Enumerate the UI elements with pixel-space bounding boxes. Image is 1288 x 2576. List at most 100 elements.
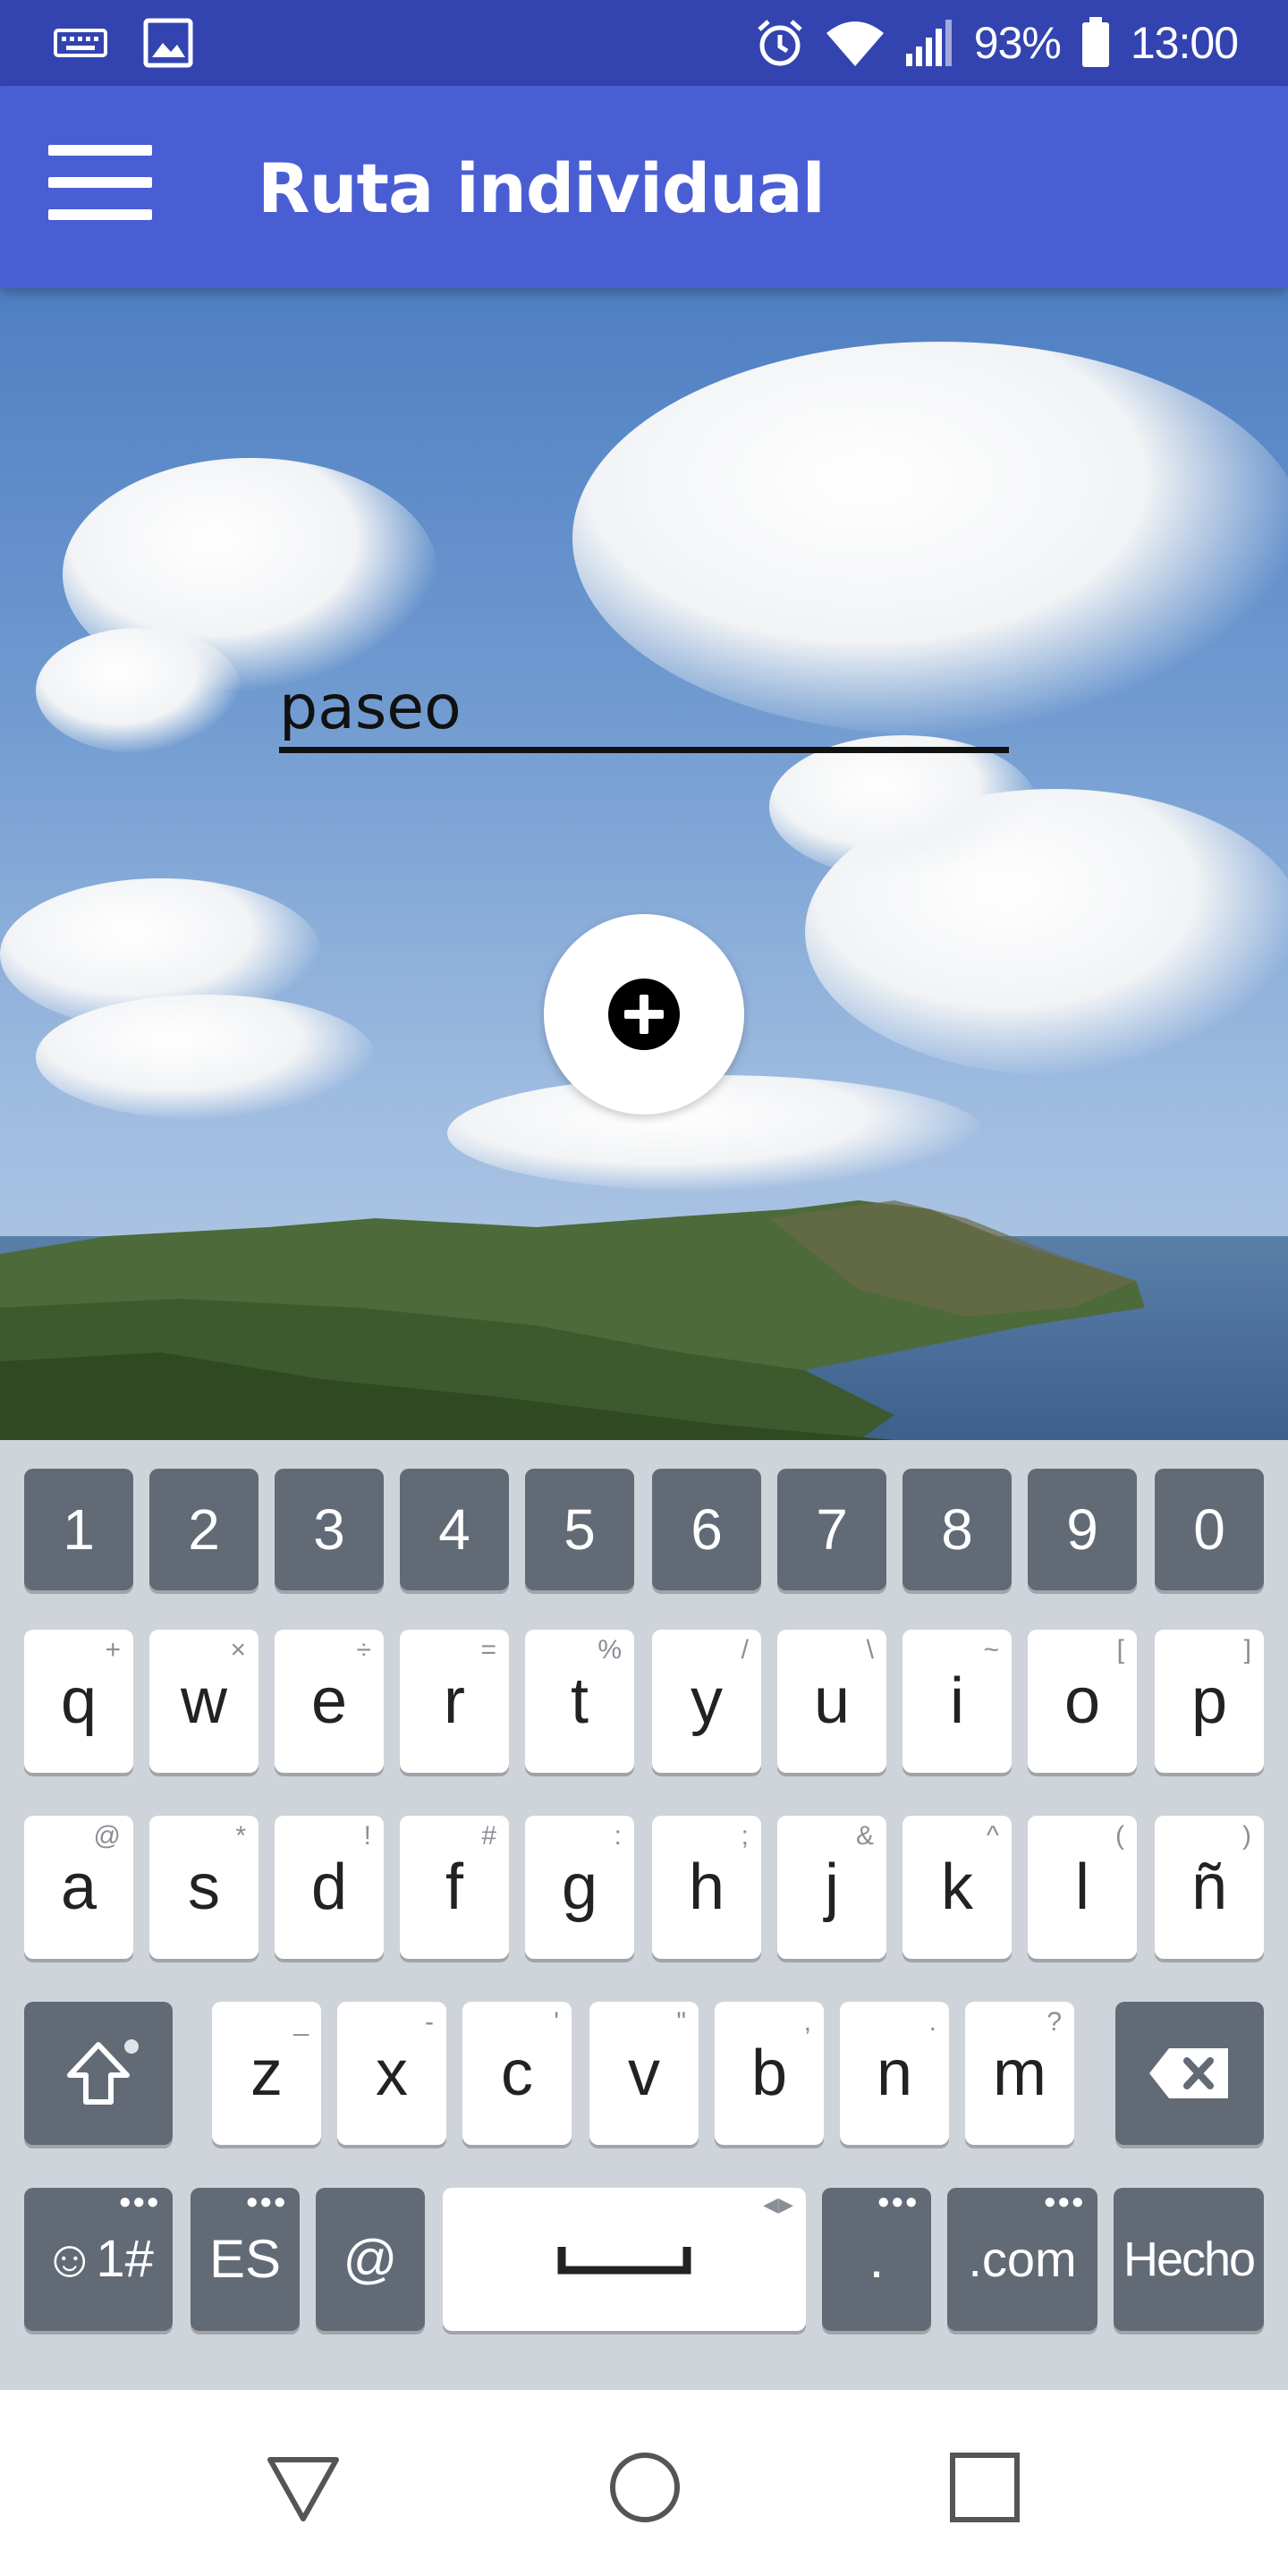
menu-icon-line [48,209,152,220]
key-g[interactable]: :g [525,1816,634,1959]
key-s[interactable]: * s [149,1816,258,1959]
key-label: f [445,1852,463,1923]
key-alt-label: _ [293,2007,309,2037]
key-label: 7 [816,1497,848,1562]
key-y[interactable]: / y [652,1630,761,1773]
status-notifications [54,18,193,68]
key-label: q [60,1665,97,1737]
key-6[interactable]: 6 [652,1469,761,1590]
key-d[interactable]: ! d [275,1816,384,1959]
at-key[interactable]: @ [316,2188,425,2331]
key-alt-label: - [425,2007,434,2037]
key-b[interactable]: ,b [715,2002,824,2145]
key-x[interactable]: -x [337,2002,446,2145]
key-alt-label: * [235,1821,246,1851]
home-icon[interactable] [605,2447,685,2528]
key-label: k [941,1852,973,1923]
key-label: x [376,2038,408,2109]
key-label: 1 [63,1497,95,1562]
key-3[interactable]: 3 [275,1469,384,1590]
symbols-key[interactable]: ●●● ☺1# [24,2188,173,2331]
key-alt-label: & [855,1821,874,1851]
menu-icon-line [48,177,152,188]
back-icon[interactable] [263,2447,343,2528]
key-9[interactable]: 9 [1028,1469,1137,1590]
done-key[interactable]: Hecho [1114,2188,1264,2331]
add-button[interactable] [544,914,744,1114]
key-2[interactable]: 2 [149,1469,258,1590]
status-indicators: 93% 13:00 [754,13,1239,73]
shift-key[interactable] [24,2002,173,2145]
key-label: . [869,2229,885,2289]
key-label: b [750,2038,788,2109]
key-label: 8 [941,1497,973,1562]
key-label: ES [208,2229,282,2289]
key-8[interactable]: 8 [902,1469,1012,1590]
key-0[interactable]: 0 [1155,1469,1264,1590]
key-a[interactable]: @ a [24,1816,133,1959]
key-t[interactable]: % t [525,1630,634,1773]
more-dots-icon: ●●● [245,2190,287,2214]
key-label: l [1075,1852,1089,1923]
key-label: p [1191,1665,1228,1737]
input-underline [279,747,1009,753]
key-p[interactable]: ] p [1155,1630,1264,1773]
status-bar: 93% 13:00 [0,0,1288,86]
key-n[interactable]: .n [840,2002,949,2145]
key-j[interactable]: & j [777,1816,886,1959]
dotcom-key[interactable]: ●●● .com [947,2188,1097,2331]
key-v[interactable]: " v [589,2002,699,2145]
key-c[interactable]: ' c [462,2002,572,2145]
key-m[interactable]: ? m [965,2002,1074,2145]
key-h[interactable]: ; h [652,1816,761,1959]
key-e[interactable]: ÷ e [275,1630,384,1773]
key-alt-label: + [105,1635,121,1665]
menu-icon[interactable] [48,145,152,220]
backspace-key[interactable] [1115,2002,1264,2145]
clock: 13:00 [1130,18,1239,68]
route-name-input[interactable]: paseo [279,673,1009,743]
key-label: w [181,1665,227,1737]
key-r[interactable]: = r [400,1630,509,1773]
key-alt-label: / [741,1635,749,1665]
key-alt-label: \ [866,1635,874,1665]
key-o[interactable]: [o [1028,1630,1137,1773]
key-k[interactable]: ^ k [902,1816,1012,1959]
key-q[interactable]: + q [24,1630,133,1773]
key-7[interactable]: 7 [777,1469,886,1590]
language-key[interactable]: ●●● ES [191,2188,300,2331]
app-bar: Ruta individual [0,86,1288,288]
background-landscape-image: paseo [0,288,1288,1440]
recents-icon[interactable] [945,2447,1025,2528]
key-f[interactable]: # f [400,1816,509,1959]
key-alt-label: ? [1046,2007,1062,2037]
key-alt-label: ] [1243,1635,1251,1665]
signal-icon [905,20,952,66]
space-icon [557,2247,691,2275]
key-alt-label: ) [1242,1821,1251,1851]
route-name-field[interactable]: paseo [279,673,1009,753]
key-label: m [993,2038,1046,2109]
period-key[interactable]: ●●●. [822,2188,931,2331]
key-1[interactable]: 1 [24,1469,133,1590]
key-label: s [188,1852,220,1923]
space-key[interactable]: ◀▶ [443,2188,806,2331]
key-label: t [570,1665,589,1737]
key-n-tilde[interactable]: ) ñ [1155,1816,1264,1959]
key-label: h [688,1852,725,1923]
key-label: @ [343,2229,398,2289]
key-alt-label: ( [1115,1821,1124,1851]
key-5[interactable]: 5 [525,1469,634,1590]
key-label: a [60,1852,97,1923]
key-w[interactable]: × w [149,1630,258,1773]
key-label: ñ [1191,1852,1228,1923]
key-l[interactable]: (l [1028,1816,1137,1959]
key-4[interactable]: 4 [400,1469,509,1590]
key-u[interactable]: \ u [777,1630,886,1773]
backspace-icon [1149,2048,1228,2098]
key-alt-label: = [480,1635,496,1665]
key-i[interactable]: ~ i [902,1630,1012,1773]
key-label: Hecho [1123,2233,1256,2286]
key-alt-label: " [676,2007,686,2037]
key-z[interactable]: _ z [212,2002,321,2145]
